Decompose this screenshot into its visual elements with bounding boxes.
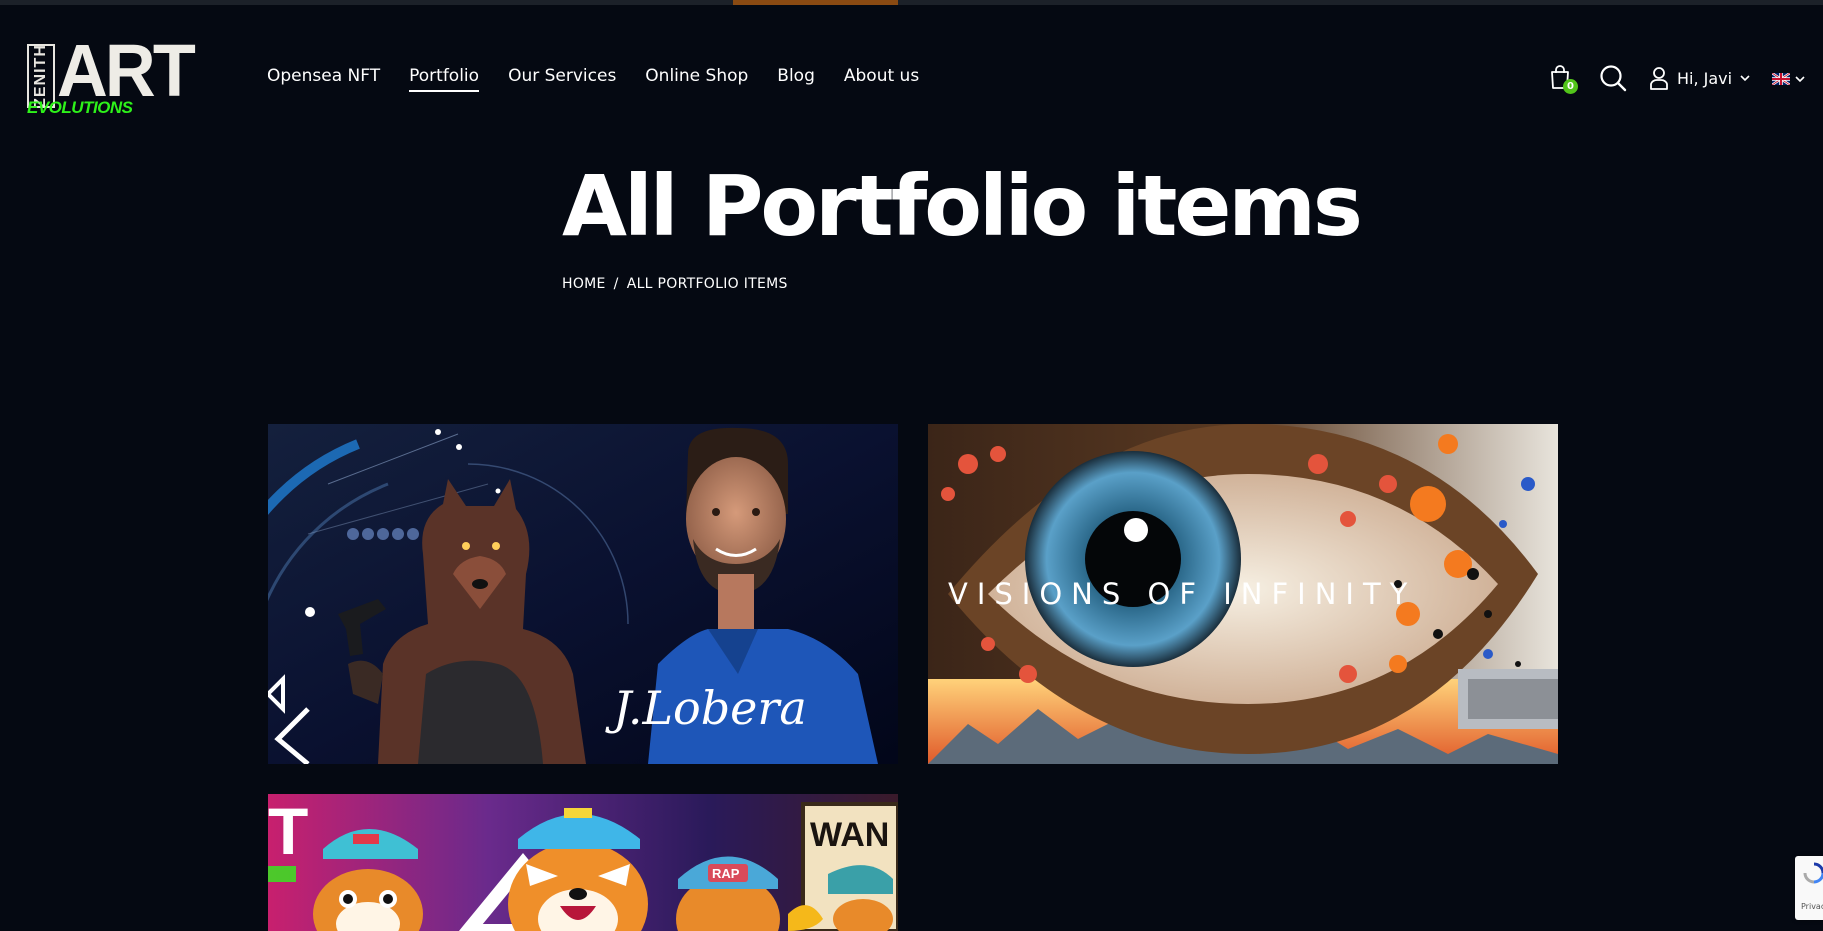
site-logo[interactable]: ZENITH ART EVOLUTIONS: [27, 34, 196, 118]
nav-item-online-shop[interactable]: Online Shop: [645, 66, 748, 90]
portfolio-image-2-title: VISIONS OF INFINITY: [948, 577, 1416, 611]
portfolio-image-3-poster-text: WAN: [810, 816, 889, 854]
language-switcher[interactable]: [1772, 73, 1805, 85]
breadcrumb: HOME / ALL PORTFOLIO ITEMS: [562, 276, 788, 292]
nav-item-opensea-nft[interactable]: Opensea NFT: [267, 66, 380, 90]
nav-item-our-services[interactable]: Our Services: [508, 66, 616, 90]
nav-item-about-us[interactable]: About us: [844, 66, 919, 90]
chevron-down-icon: [1795, 76, 1805, 83]
uk-flag-icon: [1772, 73, 1790, 85]
recaptcha-badge[interactable]: Privacy: [1795, 856, 1823, 920]
search-icon: [1600, 65, 1627, 92]
portfolio-image-3: T RAP WAN: [268, 794, 898, 931]
portfolio-item-2[interactable]: VISIONS OF INFINITY: [928, 424, 1558, 764]
cart-count-badge: 0: [1563, 79, 1578, 94]
portfolio-image-3-badge: RAP: [712, 866, 740, 881]
portfolio-item-3[interactable]: T RAP WAN: [268, 794, 898, 931]
nav-item-portfolio[interactable]: Portfolio: [409, 66, 479, 92]
portfolio-image-2: VISIONS OF INFINITY: [928, 424, 1558, 764]
search-button[interactable]: [1599, 64, 1627, 92]
portfolio-item-1[interactable]: J.Lobera: [268, 424, 898, 764]
breadcrumb-home-link[interactable]: HOME: [562, 276, 606, 292]
portfolio-image-1: J.Lobera: [268, 424, 898, 764]
user-menu[interactable]: Hi, Javi: [1649, 66, 1750, 90]
cart-button[interactable]: 0: [1548, 64, 1578, 94]
portfolio-image-3-logo-letter: T: [268, 794, 308, 868]
user-icon: [1650, 67, 1668, 90]
chevron-down-icon: [1740, 75, 1750, 82]
recaptcha-icon: [1803, 862, 1823, 884]
top-progress-bar: [0, 0, 1823, 5]
breadcrumb-current: ALL PORTFOLIO ITEMS: [626, 276, 788, 292]
main-nav: Opensea NFT Portfolio Our Services Onlin…: [267, 66, 919, 92]
page-title: All Portfolio items: [562, 157, 1363, 255]
logo-main-text: ART: [57, 29, 196, 112]
progress-indicator: [733, 0, 898, 5]
nav-item-blog[interactable]: Blog: [777, 66, 815, 90]
portfolio-image-1-signature: J.Lobera: [605, 681, 807, 735]
recaptcha-privacy-link[interactable]: Privacy: [1801, 902, 1823, 911]
user-greeting: Hi, Javi: [1677, 68, 1733, 88]
breadcrumb-separator: /: [613, 276, 619, 292]
logo-sub-text: EVOLUTIONS: [27, 98, 133, 117]
